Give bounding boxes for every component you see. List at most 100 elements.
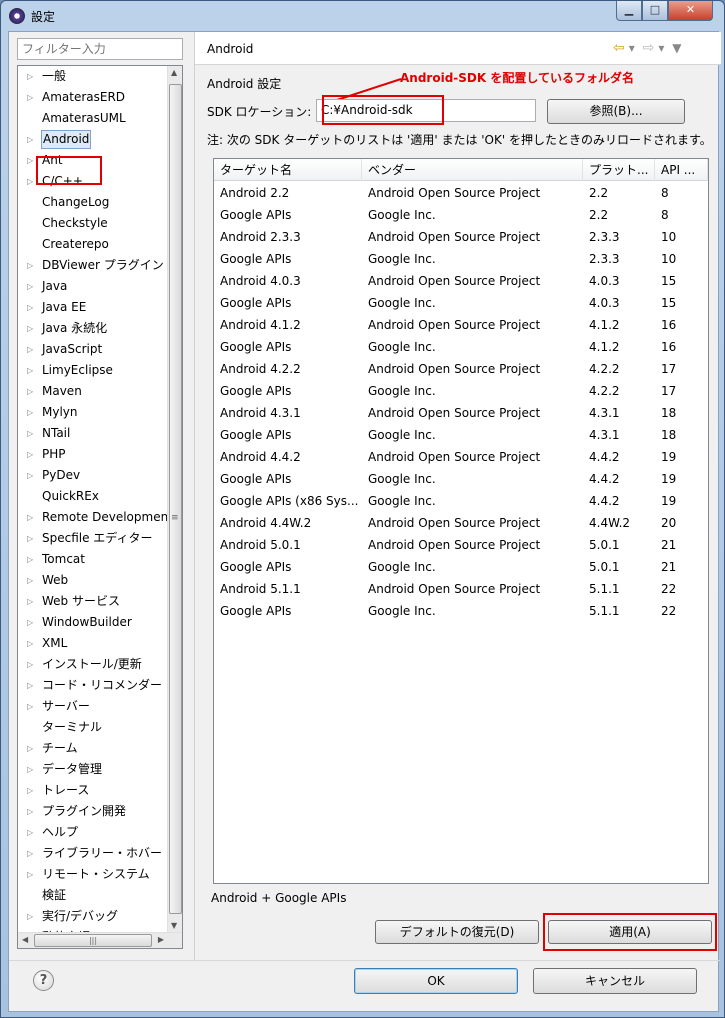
tree-item[interactable]: Createrepo: [18, 234, 168, 255]
expand-arrow-icon[interactable]: ▷: [27, 87, 33, 108]
tree-item[interactable]: ▷ Maven: [18, 381, 168, 402]
expand-arrow-icon[interactable]: ▷: [27, 528, 33, 549]
expand-arrow-icon[interactable]: ▷: [27, 696, 33, 717]
tree-item[interactable]: ▷ PyDev: [18, 465, 168, 486]
expand-arrow-icon[interactable]: ▷: [27, 780, 33, 801]
expand-arrow-icon[interactable]: ▷: [27, 297, 33, 318]
expand-arrow-icon[interactable]: ▷: [27, 171, 33, 192]
expand-arrow-icon[interactable]: ▷: [27, 507, 33, 528]
minimize-button[interactable]: ▁: [616, 1, 642, 21]
tree-item[interactable]: ▷ AmaterasERD: [18, 87, 168, 108]
expand-arrow-icon[interactable]: ▷: [27, 633, 33, 654]
table-row[interactable]: Android 4.0.3 Android Open Source Project…: [214, 270, 708, 292]
scroll-thumb[interactable]: [169, 84, 182, 914]
expand-arrow-icon[interactable]: ▷: [27, 570, 33, 591]
tree-item[interactable]: ▷ プラグイン開発: [18, 801, 168, 822]
back-menu-icon[interactable]: ▾: [629, 41, 635, 55]
expand-arrow-icon[interactable]: ▷: [27, 402, 33, 423]
tree-item[interactable]: ▷ LimyEclipse: [18, 360, 168, 381]
tree-item[interactable]: 検証: [18, 885, 168, 906]
help-icon[interactable]: ?: [33, 970, 54, 991]
column-header-vendor[interactable]: ベンダー: [362, 159, 583, 181]
browse-button[interactable]: 参照(B)...: [547, 99, 685, 124]
tree-item[interactable]: ▷ リモート・システム: [18, 864, 168, 885]
expand-arrow-icon[interactable]: ▷: [27, 318, 33, 339]
restore-defaults-button[interactable]: デフォルトの復元(D): [375, 920, 539, 944]
tree-item[interactable]: ▷ データ管理: [18, 759, 168, 780]
tree-item[interactable]: ChangeLog: [18, 192, 168, 213]
expand-arrow-icon[interactable]: ▷: [27, 801, 33, 822]
expand-arrow-icon[interactable]: ▷: [27, 444, 33, 465]
table-row[interactable]: Android 4.4.2 Android Open Source Project…: [214, 446, 708, 468]
tree-item[interactable]: ▷ サーバー: [18, 696, 168, 717]
table-row[interactable]: Google APIs Google Inc. 4.4.2 19: [214, 468, 708, 490]
forward-menu-icon[interactable]: ▾: [658, 41, 664, 55]
expand-arrow-icon[interactable]: ▷: [27, 864, 33, 885]
tree-item[interactable]: ▷ DBViewer プラグイン: [18, 255, 168, 276]
table-row[interactable]: Android 4.3.1 Android Open Source Project…: [214, 402, 708, 424]
scroll-left-icon[interactable]: ◀: [22, 935, 28, 944]
close-button[interactable]: ✕: [668, 1, 713, 21]
tree-item[interactable]: ▷ ライブラリー・ホバー: [18, 843, 168, 864]
expand-arrow-icon[interactable]: ▷: [27, 822, 33, 843]
column-header-target[interactable]: ターゲット名: [214, 159, 362, 181]
tree-vertical-scrollbar[interactable]: ▲ ≡ ▼: [167, 66, 182, 932]
expand-arrow-icon[interactable]: ▷: [27, 360, 33, 381]
tree-item[interactable]: ▷ Web: [18, 570, 168, 591]
tree-item[interactable]: ▷ Mylyn: [18, 402, 168, 423]
tree-item[interactable]: ▷ Java EE: [18, 297, 168, 318]
hscroll-thumb[interactable]: |||: [34, 934, 152, 947]
expand-arrow-icon[interactable]: ▷: [27, 612, 33, 633]
table-row[interactable]: Android 5.0.1 Android Open Source Project…: [214, 534, 708, 556]
tree-item[interactable]: ▷ JavaScript: [18, 339, 168, 360]
tree-item[interactable]: ▷ コード・リコメンダー: [18, 675, 168, 696]
tree-item[interactable]: ▷ インストール/更新: [18, 654, 168, 675]
tree-item[interactable]: ▷ 一般: [18, 66, 168, 87]
tree-item[interactable]: AmaterasUML: [18, 108, 168, 129]
table-row[interactable]: Google APIs Google Inc. 4.2.2 17: [214, 380, 708, 402]
table-row[interactable]: Google APIs Google Inc. 5.1.1 22: [214, 600, 708, 622]
expand-arrow-icon[interactable]: ▷: [27, 129, 33, 150]
table-row[interactable]: Android 4.2.2 Android Open Source Project…: [214, 358, 708, 380]
table-row[interactable]: Google APIs Google Inc. 4.0.3 15: [214, 292, 708, 314]
expand-arrow-icon[interactable]: ▷: [27, 150, 33, 171]
tree-item[interactable]: ▷ ヘルプ: [18, 822, 168, 843]
expand-arrow-icon[interactable]: ▷: [27, 906, 33, 927]
table-row[interactable]: Google APIs Google Inc. 2.3.3 10: [214, 248, 708, 270]
scroll-right-icon[interactable]: ▶: [158, 935, 164, 944]
expand-arrow-icon[interactable]: ▷: [27, 759, 33, 780]
table-row[interactable]: Google APIs Google Inc. 4.1.2 16: [214, 336, 708, 358]
expand-arrow-icon[interactable]: ▷: [27, 339, 33, 360]
tree-item[interactable]: ▷ WindowBuilder: [18, 612, 168, 633]
expand-arrow-icon[interactable]: ▷: [27, 381, 33, 402]
table-row[interactable]: Google APIs Google Inc. 2.2 8: [214, 204, 708, 226]
tree-item[interactable]: ▷ 実行/デバッグ: [18, 906, 168, 927]
expand-arrow-icon[interactable]: ▷: [27, 843, 33, 864]
view-menu-icon[interactable]: ▼: [672, 41, 681, 55]
tree-item[interactable]: ▷ Tomcat: [18, 549, 168, 570]
filter-input[interactable]: [17, 38, 183, 60]
table-row[interactable]: Google APIs (x86 Sys... Google Inc. 4.4.2 1…: [214, 490, 708, 512]
expand-arrow-icon[interactable]: ▷: [27, 66, 33, 87]
title-bar[interactable]: 設定 ▁ □ ✕: [1, 1, 724, 31]
expand-arrow-icon[interactable]: ▷: [27, 591, 33, 612]
tree-item[interactable]: ▷ PHP: [18, 444, 168, 465]
tree-item[interactable]: Checkstyle: [18, 213, 168, 234]
expand-arrow-icon[interactable]: ▷: [27, 276, 33, 297]
table-row[interactable]: Android 4.1.2 Android Open Source Project…: [214, 314, 708, 336]
expand-arrow-icon[interactable]: ▷: [27, 423, 33, 444]
column-header-platform[interactable]: プラット...: [583, 159, 655, 181]
tree-item[interactable]: ▷ Java 永続化: [18, 318, 168, 339]
expand-arrow-icon[interactable]: ▷: [27, 549, 33, 570]
expand-arrow-icon[interactable]: ▷: [27, 675, 33, 696]
table-row[interactable]: Android 5.1.1 Android Open Source Project…: [214, 578, 708, 600]
table-row[interactable]: Google APIs Google Inc. 4.3.1 18: [214, 424, 708, 446]
tree-item[interactable]: ▷ トレース: [18, 780, 168, 801]
expand-arrow-icon[interactable]: ▷: [27, 738, 33, 759]
column-header-api[interactable]: API ...: [655, 159, 708, 181]
tree-item[interactable]: ▷ Android: [18, 129, 168, 150]
table-row[interactable]: Android 2.3.3 Android Open Source Project…: [214, 226, 708, 248]
expand-arrow-icon[interactable]: ▷: [27, 654, 33, 675]
tree-item[interactable]: ▷ NTail: [18, 423, 168, 444]
tree-item[interactable]: ▷ Web サービス: [18, 591, 168, 612]
